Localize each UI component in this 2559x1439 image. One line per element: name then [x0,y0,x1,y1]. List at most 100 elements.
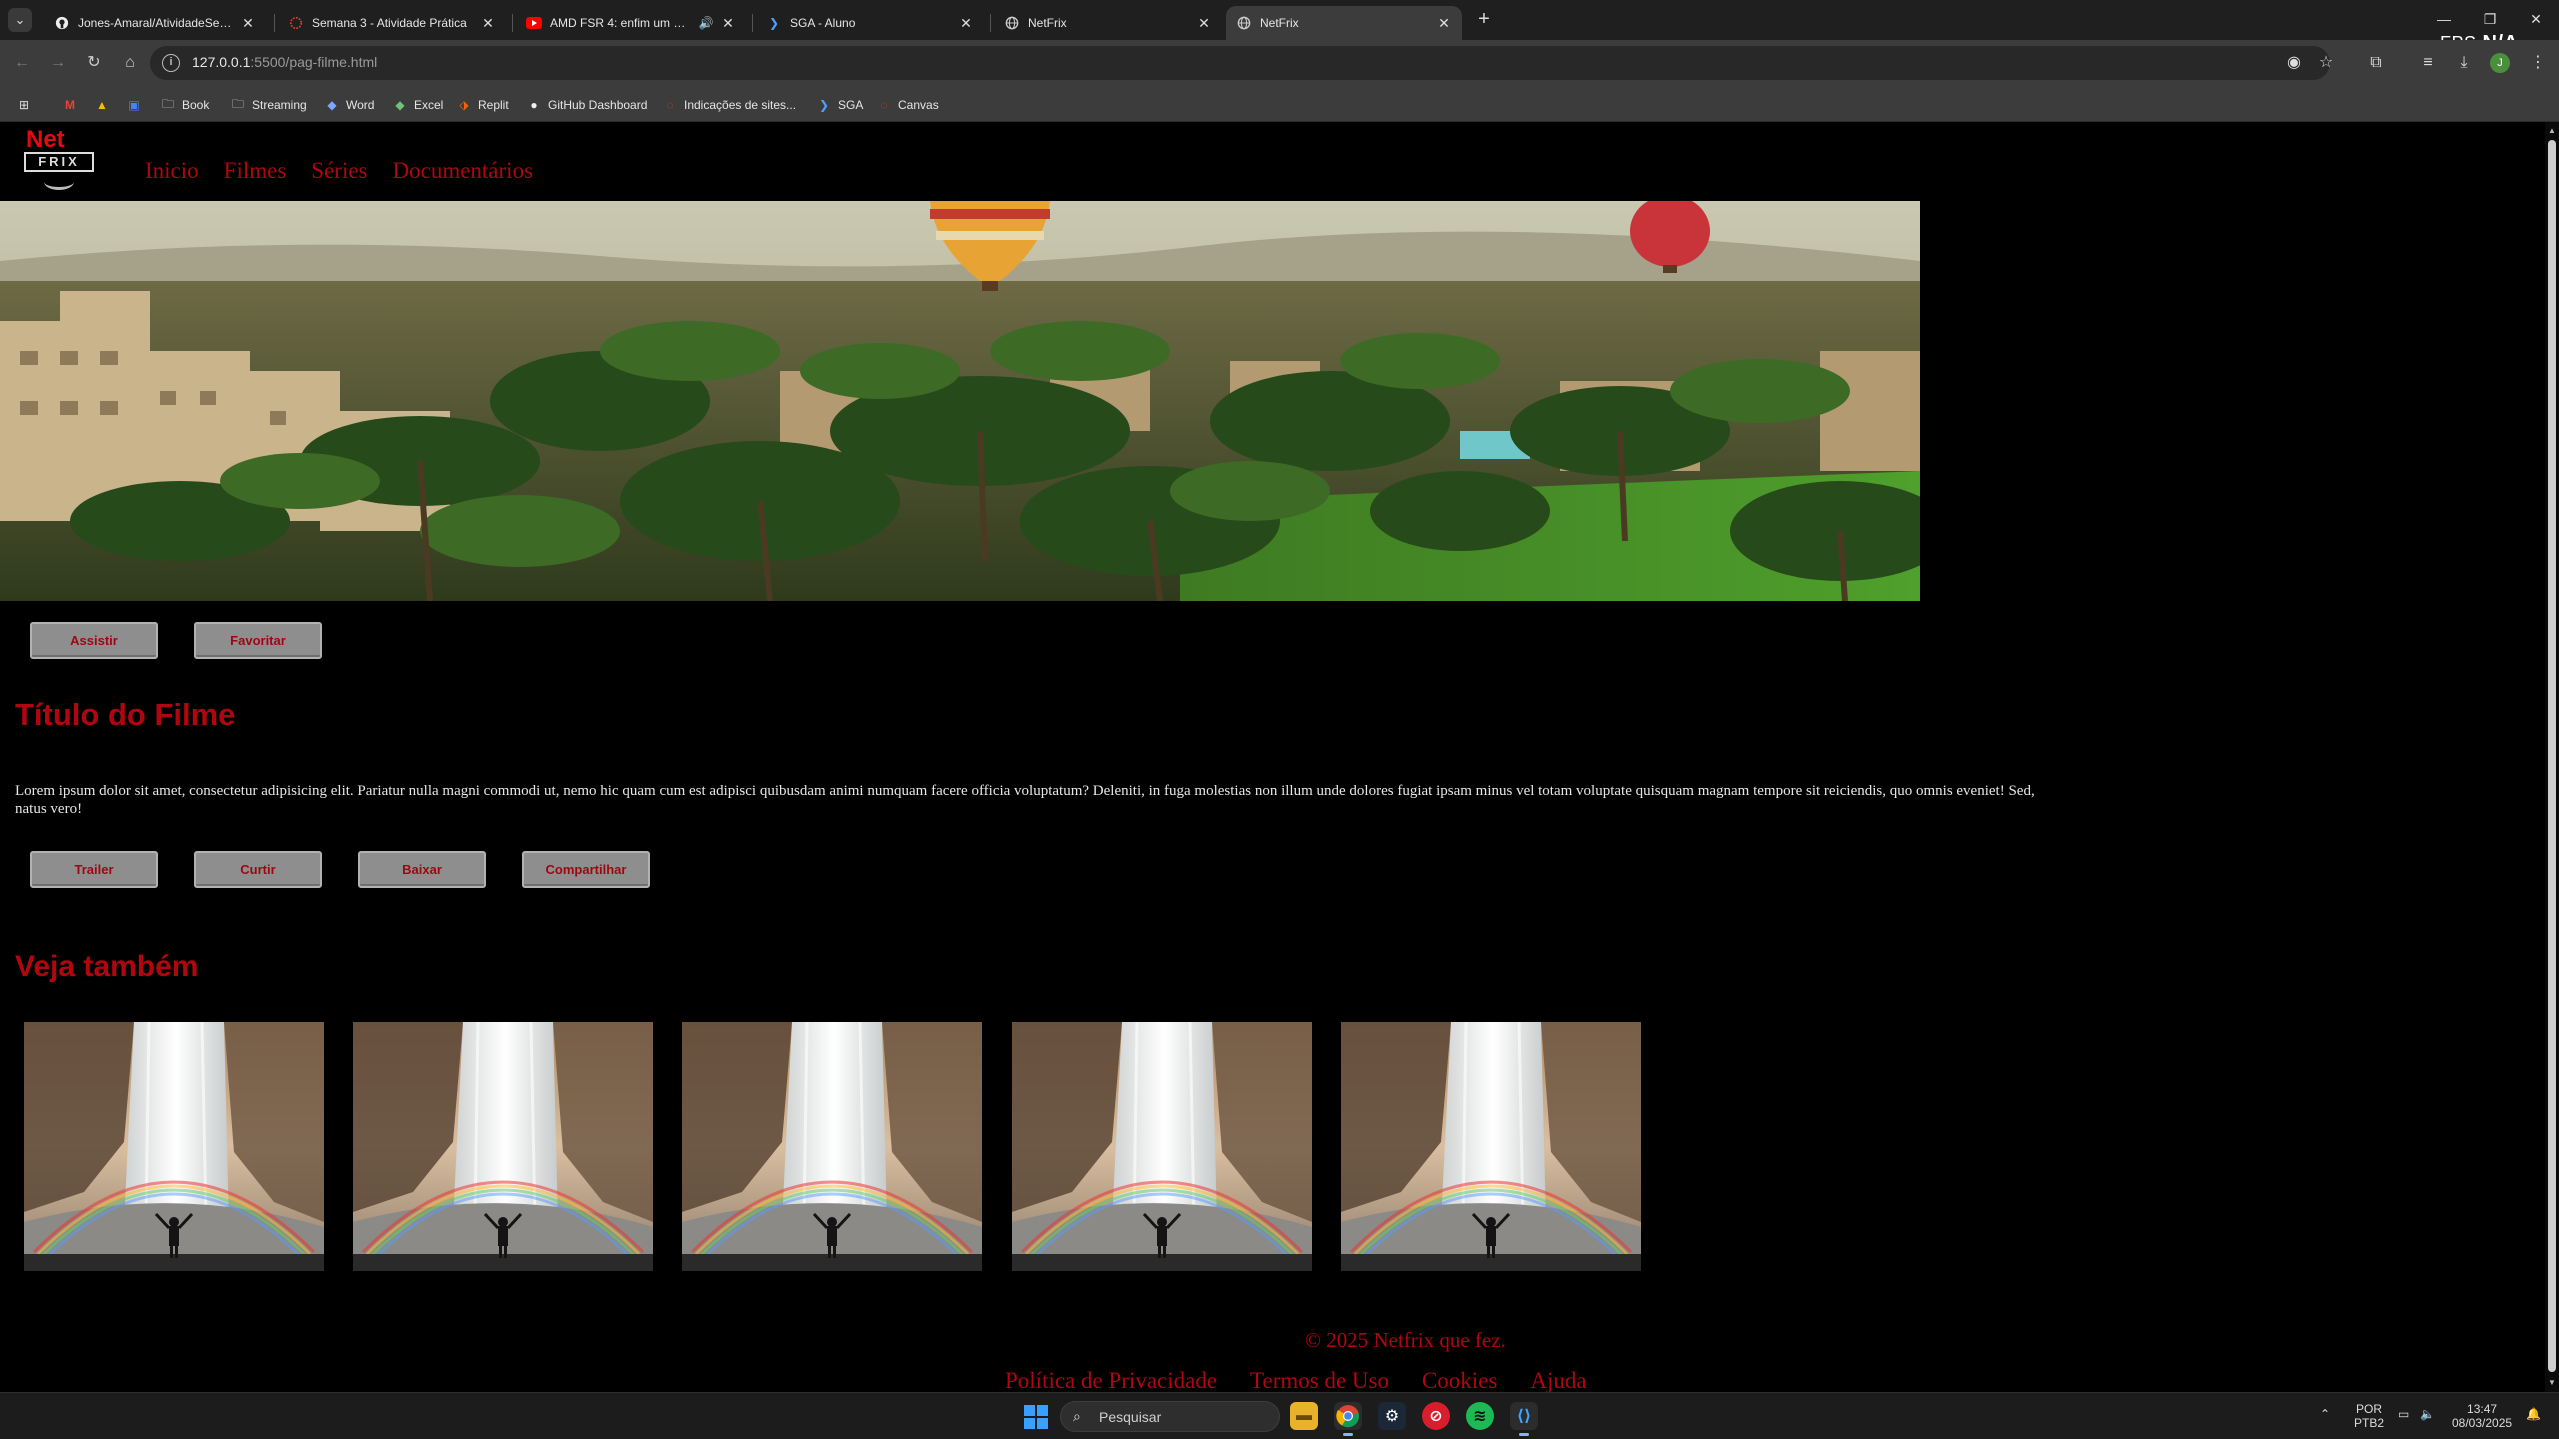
bookmark-label: SGA [838,98,864,112]
taskbar-search[interactable]: ⌕ Pesquisar [1060,1401,1280,1432]
bookmark-word[interactable]: ◆ Word [324,95,374,115]
download-icon[interactable]: ⤓ [2452,51,2476,75]
keyboard-layout: PTB2 [2354,1416,2385,1430]
footer-link-terms[interactable]: Termos de Uso [1250,1368,1389,1392]
nav-link-series[interactable]: Séries [311,158,367,184]
scroll-down-icon[interactable]: ▼ [2547,1378,2557,1388]
related-movie-thumbnail[interactable] [353,1022,653,1271]
download-button[interactable]: Baixar [358,851,486,888]
watch-button[interactable]: Assistir [30,622,158,659]
bookmark-streaming[interactable]: 🗀 Streaming [230,95,307,115]
bookmark-book[interactable]: 🗀 Book [160,95,209,115]
like-button[interactable]: Curtir [194,851,322,888]
footer-link-cookies[interactable]: Cookies [1422,1368,1497,1392]
canvas-icon [288,15,304,31]
url-host: 127.0.0.1 [192,54,251,70]
browser-tab-active[interactable]: NetFrix ✕ [1226,6,1462,40]
close-tab-icon[interactable]: ✕ [720,15,736,32]
volume-icon[interactable]: 🔈 [2420,1407,2435,1421]
apps-grid-icon[interactable]: ⊞ [16,95,38,115]
netfrix-logo[interactable]: Net FRIX [24,128,96,198]
bookmark-indicacoes[interactable]: ◌ Indicações de sites... [662,95,796,115]
amd-software-icon[interactable]: ⊘ [1422,1402,1450,1430]
windows-start-icon[interactable] [1024,1405,1048,1429]
bookmark-canvas[interactable]: ◌ Canvas [876,95,938,115]
network-icon[interactable]: ▭ [2398,1407,2409,1421]
scroll-up-icon[interactable]: ▲ [2547,126,2557,136]
word-icon: ◆ [327,98,337,112]
bookmark-excel[interactable]: ◆ Excel [392,95,443,115]
browser-tab[interactable]: ❯ SGA - Aluno ✕ [756,6,984,40]
close-tab-icon[interactable]: ✕ [1196,15,1212,32]
language-indicator[interactable]: POR PTB2 [2354,1402,2384,1430]
bookmark-label: Indicações de sites... [684,98,797,112]
trailer-button[interactable]: Trailer [30,851,158,888]
tab-search-menu-button[interactable]: ⌄ [8,8,32,32]
vscode-icon[interactable]: ⟨⟩ [1510,1402,1538,1436]
url-text[interactable]: 127.0.0.1:5500/pag-filme.html [192,54,377,70]
extensions-icon[interactable]: ⧉ [2364,51,2388,75]
new-tab-button[interactable]: + [1472,8,1496,32]
reload-button[interactable]: ↻ [82,51,106,75]
bookmark-replit[interactable]: ⬗ Replit [456,95,508,115]
close-window-button[interactable]: ✕ [2516,6,2556,32]
nav-link-documentarios[interactable]: Documentários [393,158,534,184]
footer-link-privacy[interactable]: Política de Privacidade [1005,1368,1217,1392]
film-reel-icon [44,174,74,190]
forward-button[interactable]: → [46,51,70,75]
speaker-icon[interactable]: 🔊 [698,16,714,30]
star-icon[interactable]: ☆ [2314,51,2338,75]
close-tab-icon[interactable]: ✕ [1436,15,1452,32]
share-button[interactable]: Compartilhar [522,851,650,888]
globe-icon [1004,15,1020,31]
scrollbar-thumb[interactable] [2548,140,2556,1372]
bookmark-sga[interactable]: ❯ SGA [816,95,863,115]
clock[interactable]: 13:47 08/03/2025 [2452,1402,2512,1430]
site-info-icon[interactable]: i [162,54,180,72]
favorite-button[interactable]: Favoritar [194,622,322,659]
profile-avatar[interactable]: J [2490,53,2510,73]
browser-tab[interactable]: Semana 3 - Atividade Prática ✕ [278,6,506,40]
drive-icon[interactable]: ▲ [94,95,116,115]
gmail-icon[interactable]: M [62,95,84,115]
notification-bell-icon[interactable]: 🔔 [2526,1407,2541,1421]
close-tab-icon[interactable]: ✕ [958,15,974,32]
bookmark-github-dashboard[interactable]: ● GitHub Dashboard [526,95,647,115]
steam-icon[interactable]: ⚙ [1378,1402,1406,1430]
minimize-button[interactable]: — [2424,6,2464,32]
home-button[interactable]: ⌂ [118,51,142,75]
tray-chevron-icon[interactable]: ⌃ [2320,1407,2330,1421]
youtube-icon [526,15,542,31]
more-menu-icon[interactable]: ⋮ [2526,51,2550,75]
related-movie-thumbnail[interactable] [682,1022,982,1271]
browser-tab[interactable]: NetFrix ✕ [994,6,1222,40]
page-scrollbar[interactable]: ▲ ▼ [2545,122,2559,1392]
footer-links: Política de Privacidade Termos de Uso Co… [1005,1368,1587,1392]
back-button[interactable]: ← [10,51,34,75]
browser-tab[interactable]: Jones-Amaral/AtividadeSemana ✕ [44,6,266,40]
media-queue-icon[interactable]: ≡ [2416,51,2440,75]
canvas-icon: ◌ [880,98,888,112]
chrome-icon[interactable] [1334,1402,1362,1436]
eye-icon[interactable]: ◉ [2282,51,2306,75]
bookmark-label: Streaming [252,98,307,112]
photos-icon[interactable]: ▣ [126,95,148,115]
nav-link-inicio[interactable]: Inicio [145,158,199,184]
related-movie-thumbnail[interactable] [1341,1022,1641,1271]
close-tab-icon[interactable]: ✕ [240,15,256,32]
tab-divider [512,14,513,32]
restore-button[interactable]: ❐ [2470,6,2510,32]
related-movie-thumbnail[interactable] [1012,1022,1312,1271]
file-explorer-icon[interactable]: ▬ [1290,1402,1318,1430]
tab-divider [274,14,275,32]
footer-link-help[interactable]: Ajuda [1530,1368,1586,1392]
taskbar-search-placeholder: Pesquisar [1099,1409,1162,1425]
nav-link-filmes[interactable]: Filmes [224,158,287,184]
address-bar[interactable]: i 127.0.0.1:5500/pag-filme.html [150,46,2330,80]
close-tab-icon[interactable]: ✕ [480,15,496,32]
waterfall-image [24,1022,324,1271]
spotify-icon[interactable]: ≋ [1466,1402,1494,1430]
related-movie-thumbnail[interactable] [24,1022,324,1271]
browser-tab[interactable]: AMD FSR 4: enfim um Fidelity 🔊 ✕ [516,6,746,40]
tab-title: NetFrix [1028,16,1067,30]
